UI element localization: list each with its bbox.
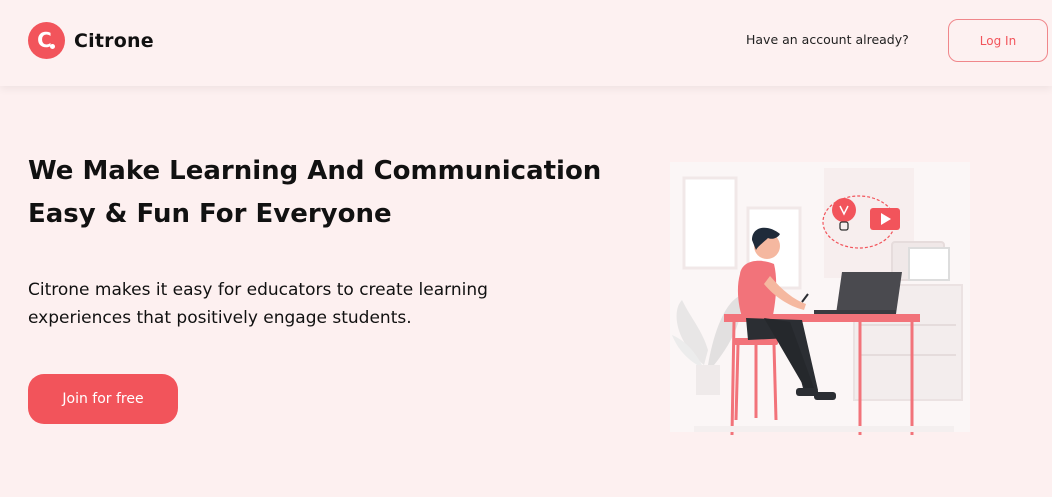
hero-headline-line2: Easy & Fun For Everyone <box>28 199 392 229</box>
hero-illustration <box>670 162 970 436</box>
logo-mark-icon: C <box>28 22 65 59</box>
hero-headline-line1: We Make Learning And Communication <box>28 156 602 186</box>
hero-headline: We Make Learning And Communication Easy … <box>28 150 648 236</box>
hero-subtext: Citrone makes it easy for educators to c… <box>28 276 568 332</box>
top-nav: C Citrone Have an account already? Log I… <box>0 0 1052 86</box>
hero-subtext-line1: Citrone makes it easy for educators to c… <box>28 280 488 300</box>
brand-name: Citrone <box>74 29 154 52</box>
login-button[interactable]: Log In <box>948 19 1048 62</box>
join-free-button[interactable]: Join for free <box>28 374 178 424</box>
play-icon <box>870 208 900 230</box>
brand-logo[interactable]: C Citrone <box>28 22 154 59</box>
hero-subtext-line2: experiences that positively engage stude… <box>28 308 412 328</box>
account-prompt: Have an account already? <box>746 32 909 47</box>
